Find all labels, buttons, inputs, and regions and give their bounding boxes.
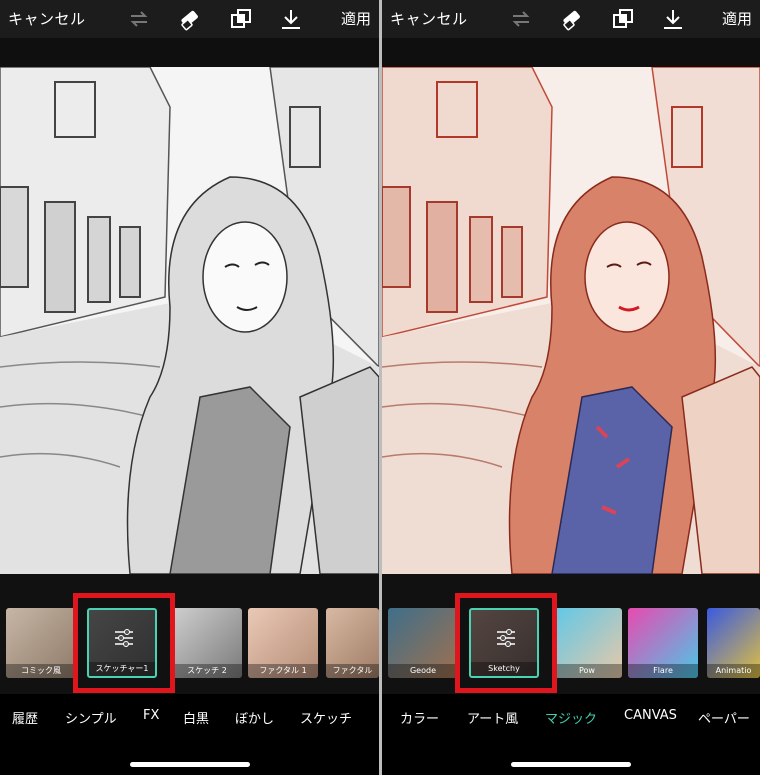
effect-label: Animatio — [707, 664, 760, 678]
effect-label: スケッチ 2 — [172, 664, 242, 678]
highlight-box — [455, 593, 557, 693]
top-toolbar: キャンセル 適用 — [382, 0, 760, 38]
eraser-icon[interactable] — [176, 7, 202, 31]
highlight-box — [73, 593, 175, 693]
download-icon[interactable] — [660, 7, 686, 31]
effect-thumbnail[interactable]: Geode — [388, 608, 458, 678]
effect-thumbnail[interactable]: コミック風 — [6, 608, 76, 678]
tab-color[interactable]: カラー — [400, 708, 439, 727]
tab-blur[interactable]: ぼかし — [235, 708, 274, 727]
tab-fx[interactable]: FX — [143, 708, 159, 723]
cancel-button[interactable]: キャンセル — [390, 8, 468, 29]
effect-label: Flare — [628, 664, 698, 678]
right-editor: キャンセル 適用 Geode Sketchy Pow Flare Animati… — [382, 0, 760, 775]
effect-thumbnail[interactable]: ファクタル — [326, 608, 379, 678]
tab-art[interactable]: アート風 — [467, 708, 518, 727]
tab-magic[interactable]: マジック — [545, 708, 597, 727]
eraser-icon[interactable] — [558, 7, 584, 31]
spacer — [382, 38, 760, 67]
spacer — [0, 38, 379, 67]
effects-strip: コミック風 スケッチャー1 スケッチ 2 ファクタル 1 ファクタル — [0, 574, 379, 694]
tab-simple[interactable]: シンプル — [65, 708, 117, 727]
apply-button[interactable]: 適用 — [341, 8, 371, 29]
apply-button[interactable]: 適用 — [722, 8, 752, 29]
tab-canvas[interactable]: CANVAS — [624, 708, 677, 723]
effect-label: Pow — [552, 664, 622, 678]
sketch-photo — [0, 67, 379, 574]
cancel-button[interactable]: キャンセル — [8, 8, 86, 29]
top-toolbar: キャンセル 適用 — [0, 0, 379, 38]
download-icon[interactable] — [278, 7, 304, 31]
tab-sketch[interactable]: スケッチ — [300, 708, 352, 727]
tab-history[interactable]: 履歴 — [12, 708, 38, 727]
blend-icon[interactable] — [610, 7, 636, 31]
effect-thumbnail[interactable]: Pow — [552, 608, 622, 678]
home-indicator — [129, 762, 250, 767]
effects-strip: Geode Sketchy Pow Flare Animatio — [382, 574, 760, 694]
home-indicator — [511, 762, 631, 767]
effect-thumbnail[interactable]: Animatio — [707, 608, 760, 678]
effect-photo — [382, 67, 760, 574]
effect-label: Geode — [388, 664, 458, 678]
effect-label: コミック風 — [6, 664, 76, 678]
effect-thumbnail[interactable]: スケッチ 2 — [172, 608, 242, 678]
category-tabs: 履歴 シンプル FX 白黒 ぼかし スケッチ — [0, 694, 379, 738]
comparison-screenshot: キャンセル 適用 コミック風 スケッチャー1 スケッチ 2 ファクタル 1 ファ… — [0, 0, 760, 775]
effect-label: ファクタル — [326, 664, 379, 678]
left-editor: キャンセル 適用 コミック風 スケッチャー1 スケッチ 2 ファクタル 1 ファ… — [0, 0, 379, 775]
effect-label: ファクタル 1 — [248, 664, 318, 678]
category-tabs: カラー アート風 マジック CANVAS ペーパー — [382, 694, 760, 738]
effect-thumbnail[interactable]: Flare — [628, 608, 698, 678]
tab-paper[interactable]: ペーパー — [698, 708, 750, 727]
tab-monochrome[interactable]: 白黒 — [183, 708, 209, 727]
repeat-icon[interactable] — [508, 7, 534, 31]
blend-icon[interactable] — [228, 7, 254, 31]
effect-thumbnail[interactable]: ファクタル 1 — [248, 608, 318, 678]
repeat-icon[interactable] — [126, 7, 152, 31]
